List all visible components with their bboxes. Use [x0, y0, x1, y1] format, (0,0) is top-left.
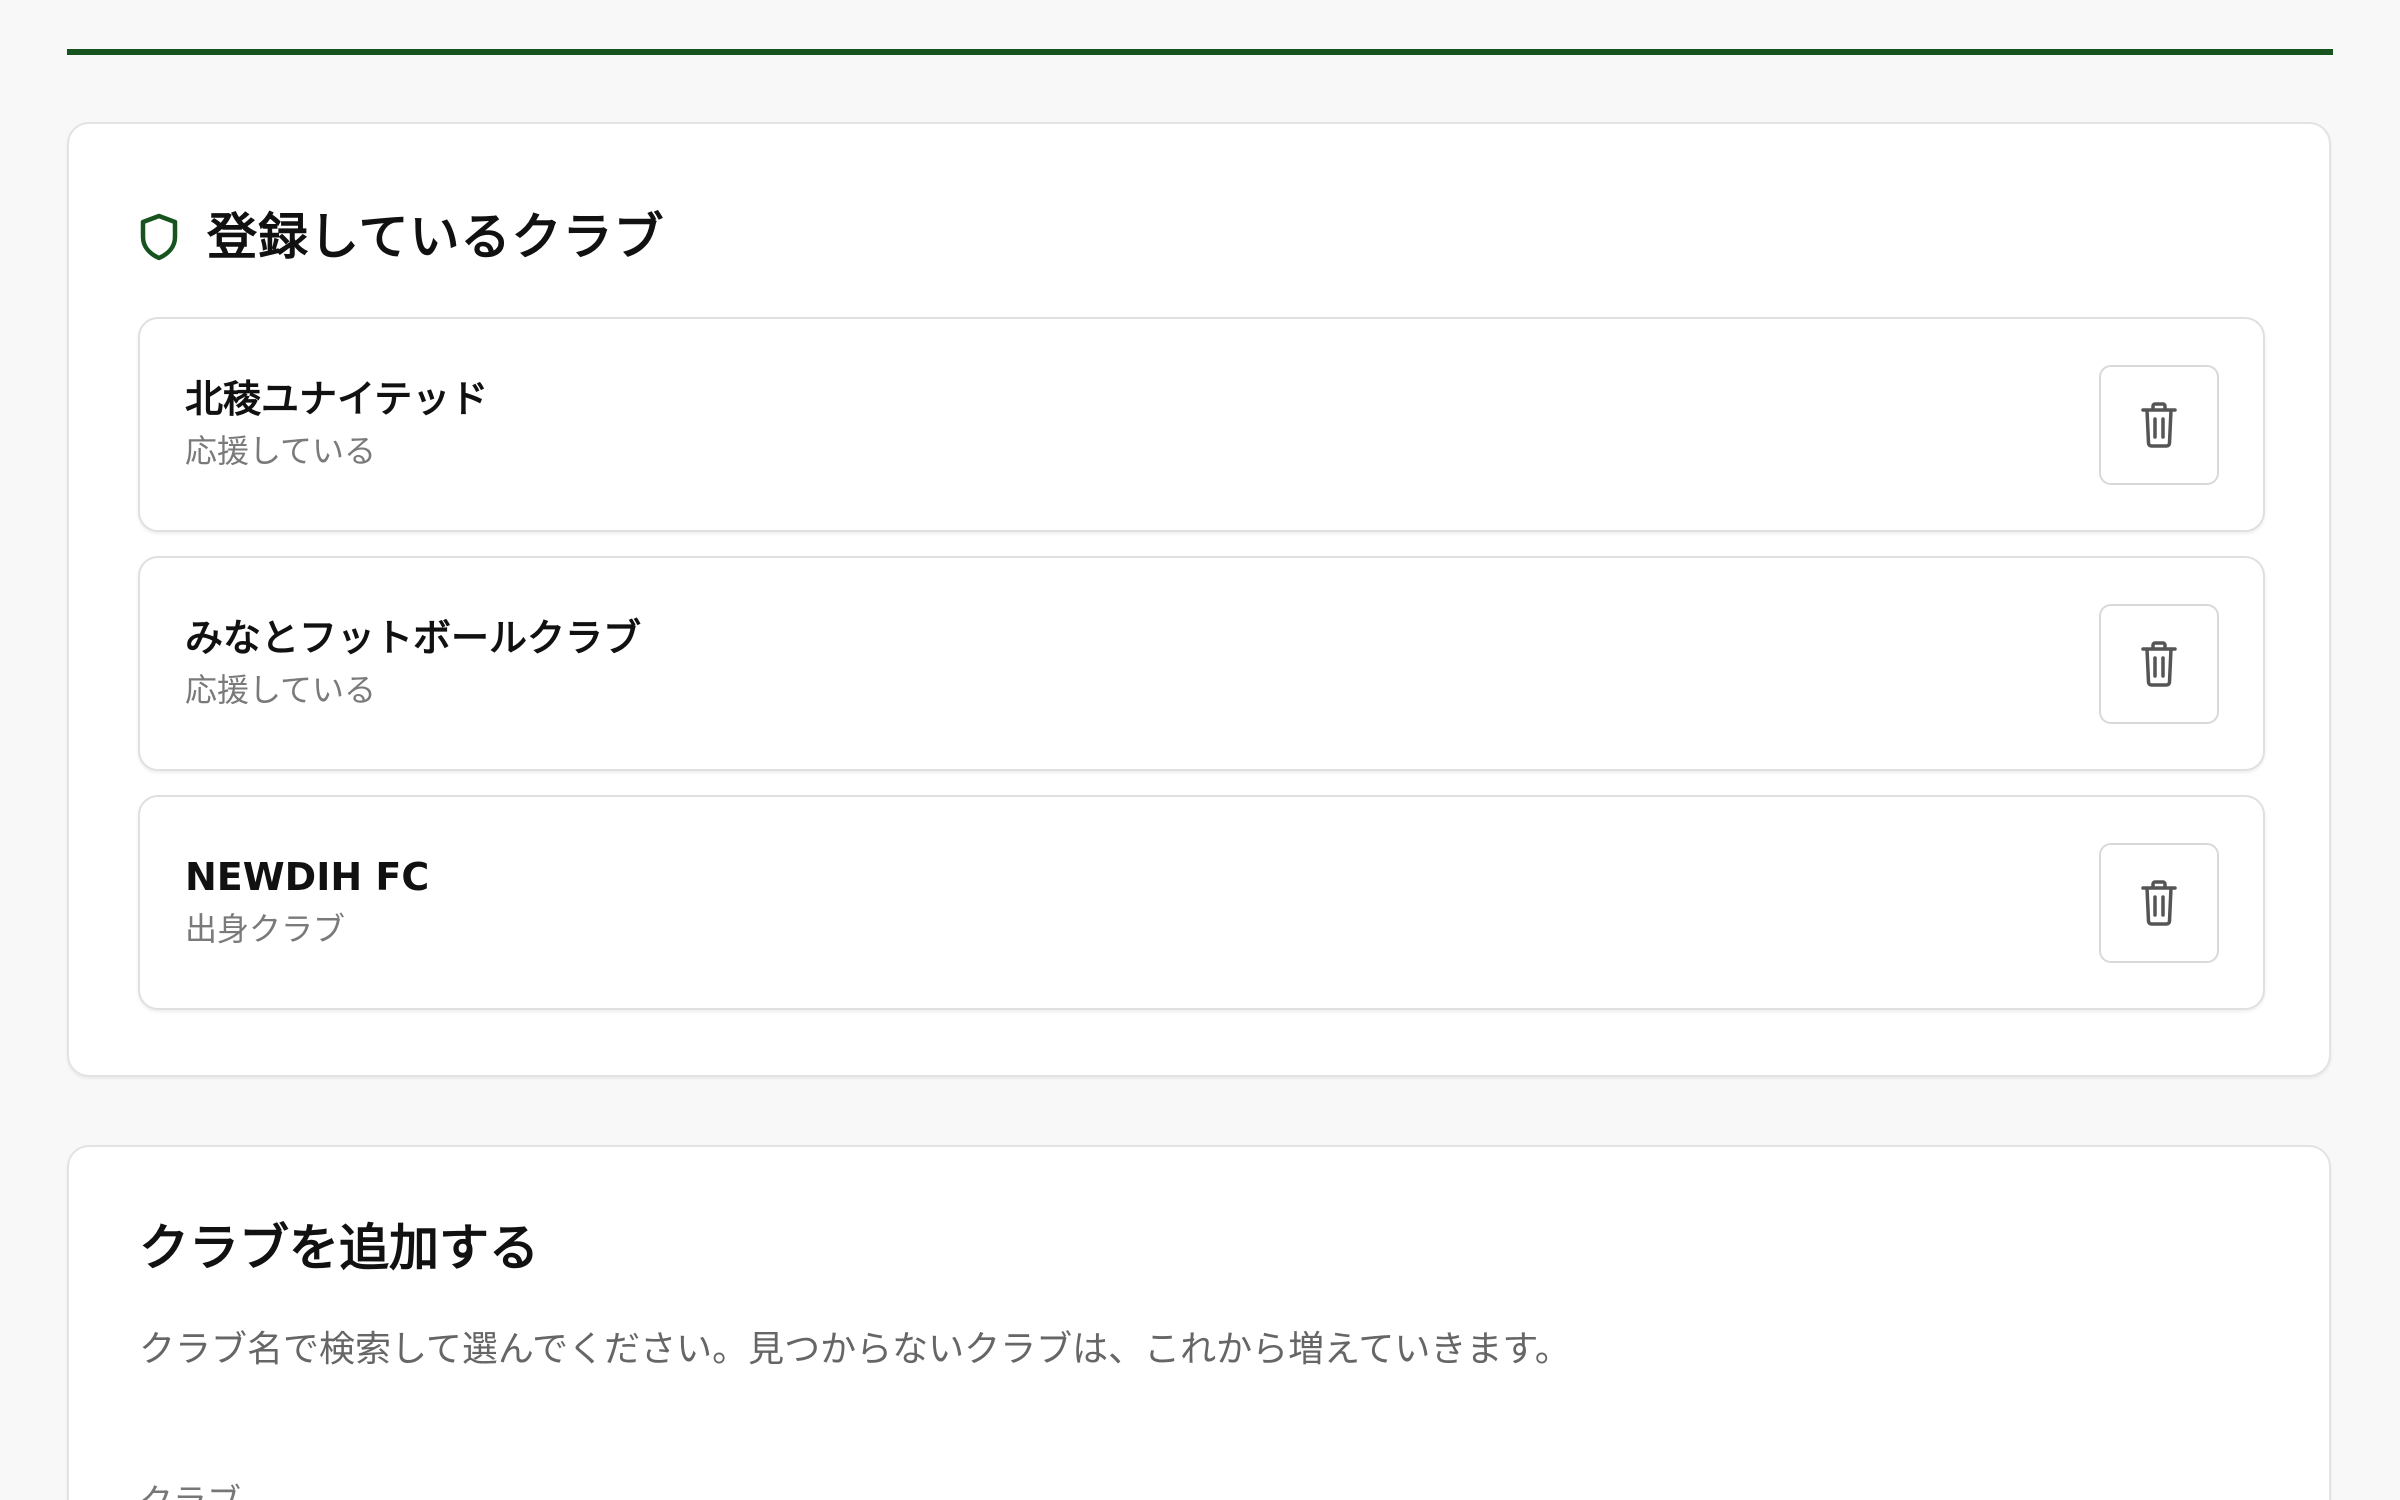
club-name: NEWDIH FC	[185, 855, 430, 899]
trash-icon	[2141, 402, 2177, 448]
header-divider	[67, 49, 2333, 55]
registered-clubs-header: 登録しているクラブ	[139, 202, 665, 272]
shield-icon	[139, 212, 181, 262]
club-relation: 応援している	[185, 671, 377, 709]
club-item: NEWDIH FC 出身クラブ	[138, 795, 2265, 1010]
club-list: 北稜ユナイテッド 応援している みなとフットボールクラブ 応援している NEWD…	[138, 317, 2265, 1034]
page: 登録しているクラブ 北稜ユナイテッド 応援している みなとフットボールクラブ 応…	[0, 0, 2400, 1500]
add-club-description: クラブ名で検索して選んでください。見つからないクラブは、これから増えていきます。	[139, 1329, 1571, 1370]
club-item: みなとフットボールクラブ 応援している	[138, 556, 2265, 771]
club-relation: 応援している	[185, 432, 377, 470]
delete-club-button[interactable]	[2099, 604, 2219, 724]
delete-club-button[interactable]	[2099, 365, 2219, 485]
trash-icon	[2141, 880, 2177, 926]
club-item: 北稜ユナイテッド 応援している	[138, 317, 2265, 532]
add-club-title: クラブを追加する	[139, 1219, 539, 1277]
trash-icon	[2141, 641, 2177, 687]
registered-clubs-card: 登録しているクラブ 北稜ユナイテッド 応援している みなとフットボールクラブ 応…	[67, 122, 2331, 1077]
club-search-label: クラブ	[139, 1485, 241, 1500]
club-name: 北稜ユナイテッド	[185, 377, 489, 421]
registered-clubs-title: 登録しているクラブ	[207, 208, 665, 266]
delete-club-button[interactable]	[2099, 843, 2219, 963]
add-club-card: クラブを追加する クラブ名で検索して選んでください。見つからないクラブは、これか…	[67, 1145, 2331, 1500]
club-relation: 出身クラブ	[185, 910, 346, 948]
club-name: みなとフットボールクラブ	[185, 616, 642, 660]
